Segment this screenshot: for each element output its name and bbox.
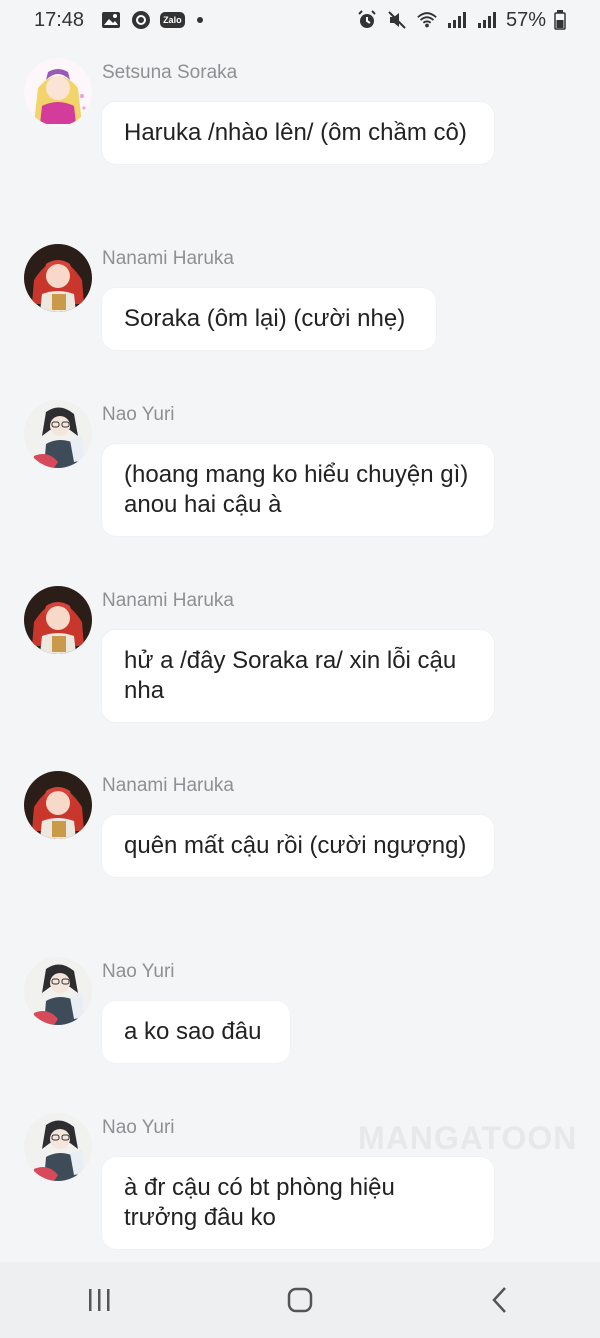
status-left: 17:48 Zalo xyxy=(34,9,203,32)
wifi-icon xyxy=(416,9,438,31)
avatar[interactable] xyxy=(24,400,92,468)
message-bubble[interactable]: quên mất cậu rồi (cười ngượng) xyxy=(102,815,494,877)
recent-apps-button[interactable] xyxy=(70,1270,130,1330)
sender-name: Nanami Haruka xyxy=(102,775,234,796)
sender-name: Setsuna Soraka xyxy=(102,62,238,83)
sender-name: Nao Yuri xyxy=(102,404,175,425)
mute-icon xyxy=(386,9,408,31)
home-button[interactable] xyxy=(270,1270,330,1330)
avatar[interactable] xyxy=(24,58,92,126)
avatar[interactable] xyxy=(24,244,92,312)
sender-name: Nao Yuri xyxy=(102,961,175,982)
signal-2-icon xyxy=(476,9,498,31)
messenger-icon xyxy=(130,9,152,31)
message-bubble[interactable]: à đr cậu có bt phòng hiệu trưởng đâu ko xyxy=(102,1157,494,1249)
avatar[interactable] xyxy=(24,957,92,1025)
battery-icon xyxy=(554,9,566,31)
status-time: 17:48 xyxy=(34,8,85,31)
message-bubble[interactable]: (hoang mang ko hiểu chuyện gì) anou hai … xyxy=(102,444,494,536)
message-bubble[interactable]: a ko sao đâu xyxy=(102,1001,290,1063)
recent-apps-icon xyxy=(89,1289,110,1311)
notification-dot-icon xyxy=(196,17,203,23)
status-right: 57% xyxy=(356,9,566,32)
home-icon xyxy=(287,1287,313,1313)
avatar[interactable] xyxy=(24,586,92,654)
gallery-icon xyxy=(100,9,122,31)
back-icon xyxy=(492,1287,506,1313)
avatar[interactable] xyxy=(24,1113,92,1181)
zalo-icon: Zalo xyxy=(160,12,185,28)
sender-name: Nao Yuri xyxy=(102,1117,175,1138)
alarm-icon xyxy=(356,9,378,31)
status-bar: 17:48 Zalo 57% xyxy=(0,0,600,40)
sender-name: Nanami Haruka xyxy=(102,248,234,269)
navigation-bar xyxy=(0,1262,600,1338)
message-bubble[interactable]: hử a /đây Soraka ra/ xin lỗi cậu nha xyxy=(102,630,494,722)
message-bubble[interactable]: Haruka /nhào lên/ (ôm chầm cô) xyxy=(102,102,494,164)
watermark-logo: MANGATOON xyxy=(358,1120,578,1156)
signal-icon xyxy=(446,9,468,31)
back-button[interactable] xyxy=(470,1270,530,1330)
battery-percent: 57% xyxy=(505,8,546,31)
sender-name: Nanami Haruka xyxy=(102,590,234,611)
avatar[interactable] xyxy=(24,771,92,839)
message-bubble[interactable]: Soraka (ôm lại) (cười nhẹ) xyxy=(102,288,436,350)
